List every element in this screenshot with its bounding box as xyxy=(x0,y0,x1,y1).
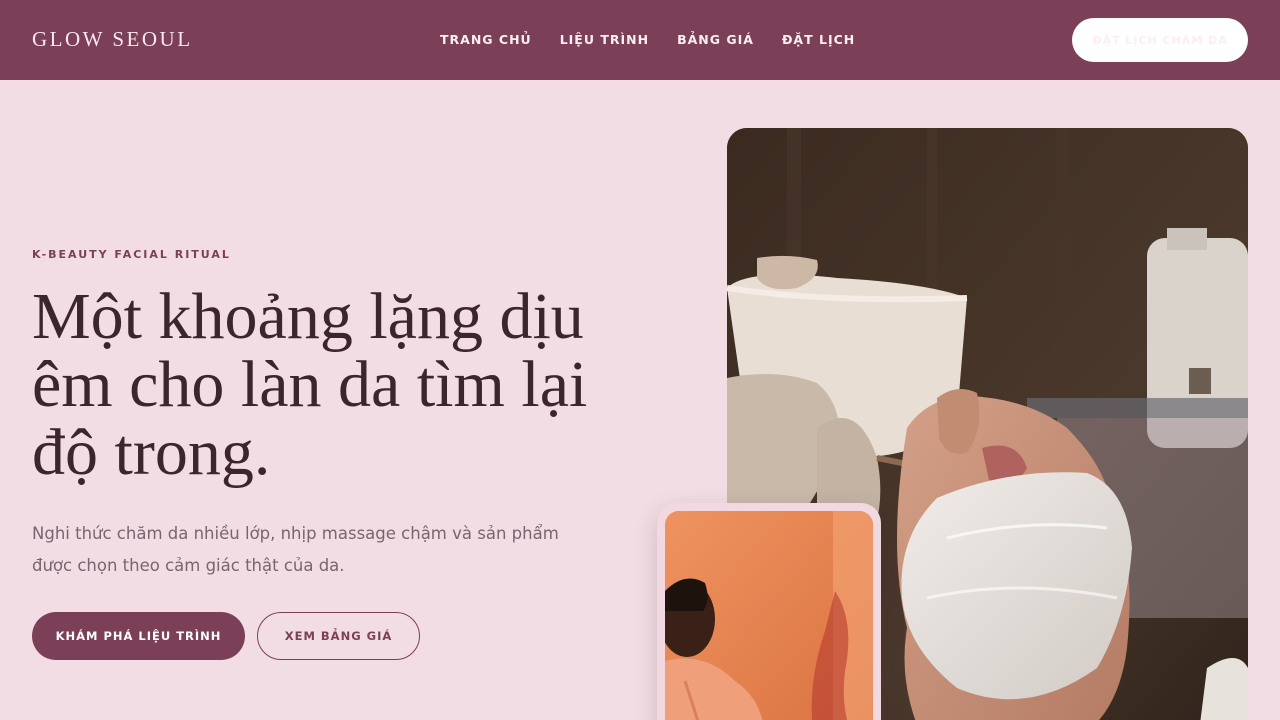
main-nav: TRANG CHỦ LIỆU TRÌNH BẢNG GIÁ ĐẶT LỊCH xyxy=(440,32,855,47)
nav-item-booking[interactable]: ĐẶT LỊCH xyxy=(782,32,855,47)
hero-headline: Một khoảng lặng dịu êm cho làn da tìm lạ… xyxy=(32,280,588,489)
site-header: GLOW SEOUL TRANG CHỦ LIỆU TRÌNH BẢNG GIÁ… xyxy=(0,0,1280,80)
book-appointment-button[interactable]: ĐẶT LỊCH CHĂM DA xyxy=(1072,18,1248,62)
explore-treatments-button[interactable]: KHÁM PHÁ LIỆU TRÌNH xyxy=(32,612,245,660)
skincare-portrait-photo xyxy=(665,511,873,720)
hero-eyebrow: K-BEAUTY FACIAL RITUAL xyxy=(32,248,231,261)
nav-item-pricing[interactable]: BẢNG GIÁ xyxy=(677,32,754,47)
hero-description: Nghi thức chăm da nhiều lớp, nhịp massag… xyxy=(32,524,559,575)
nav-item-home[interactable]: TRANG CHỦ xyxy=(440,32,532,47)
secondary-photo-card xyxy=(657,503,881,720)
view-pricing-button[interactable]: XEM BẢNG GIÁ xyxy=(257,612,420,660)
brand-logo[interactable]: GLOW SEOUL xyxy=(32,27,193,52)
nav-item-treatments[interactable]: LIỆU TRÌNH xyxy=(560,32,649,47)
